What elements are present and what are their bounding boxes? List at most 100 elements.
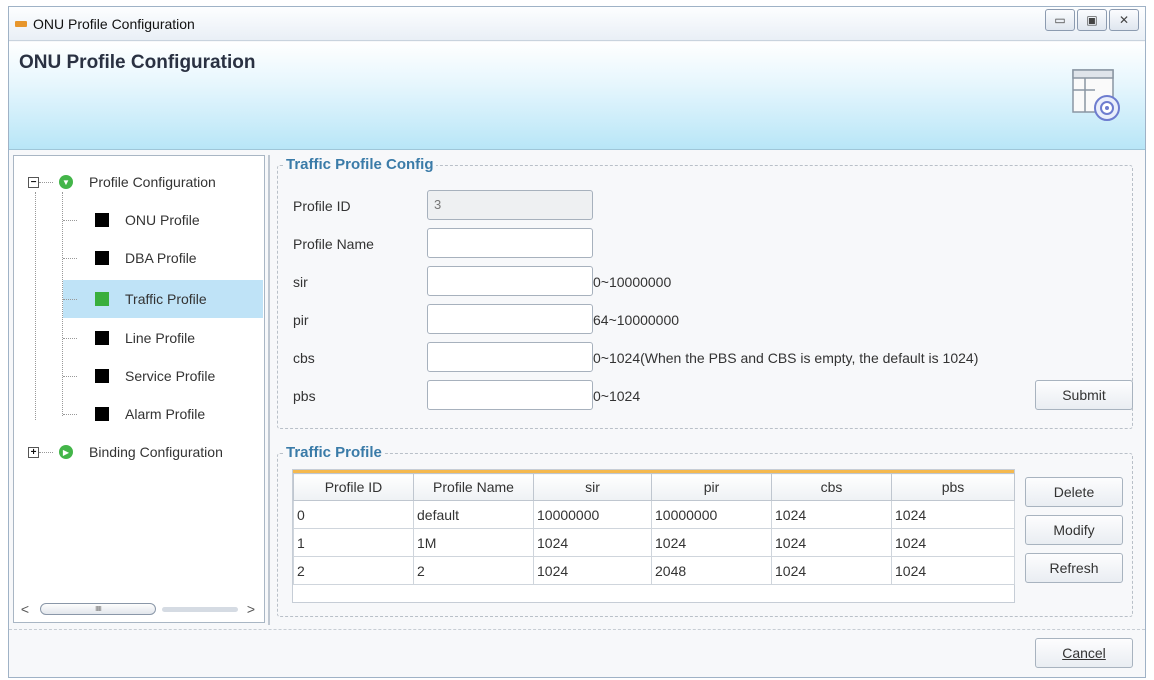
minimize-button[interactable]: ▭ xyxy=(1045,9,1075,31)
tree-item-dba-profile[interactable]: DBA Profile xyxy=(63,242,263,274)
tree-connector xyxy=(39,181,53,183)
table-cell: 1024 xyxy=(771,500,892,529)
tree-node-profile-configuration[interactable]: − ▼ Profile Configuration xyxy=(28,166,216,198)
table-cell: 10000000 xyxy=(651,500,772,529)
tree-connector xyxy=(63,257,77,259)
tree-connector xyxy=(63,298,77,300)
tree-label-traffic-profile: Traffic Profile xyxy=(125,291,207,307)
sir-range-hint: 0~10000000 xyxy=(593,274,672,290)
tree-item-service-profile[interactable]: Service Profile xyxy=(63,360,263,392)
traffic-profile-table: Profile ID Profile Name sir pir cbs pbs … xyxy=(292,469,1015,603)
square-icon xyxy=(95,213,109,227)
sir-label: sir xyxy=(293,274,308,290)
square-icon xyxy=(95,369,109,383)
table-cell: 1024 xyxy=(651,528,772,557)
tree-item-onu-profile[interactable]: ONU Profile xyxy=(63,204,263,236)
tree-item-alarm-profile[interactable]: Alarm Profile xyxy=(63,398,263,430)
tree-connector xyxy=(63,375,77,377)
app-icon xyxy=(15,20,27,27)
tree-label-line-profile: Line Profile xyxy=(125,330,196,346)
tree-node-binding-configuration[interactable]: + ▶ Binding Configuration xyxy=(28,436,223,468)
square-icon xyxy=(95,292,109,306)
expand-icon[interactable]: + xyxy=(28,446,39,458)
group-title-config: Traffic Profile Config xyxy=(284,156,436,173)
table-row[interactable]: 2 2 1024 2048 1024 1024 xyxy=(293,556,1015,585)
table-cell: 1024 xyxy=(533,528,652,557)
pbs-label: pbs xyxy=(293,388,316,404)
tree-connector xyxy=(63,337,77,339)
profile-id-field[interactable]: 3 xyxy=(427,190,593,220)
config-dial-icon xyxy=(1072,69,1120,121)
square-icon xyxy=(95,251,109,265)
tree-connector xyxy=(35,192,36,420)
table-header-row: Profile ID Profile Name sir pir cbs pbs xyxy=(293,473,1015,501)
header-banner: ONU Profile Configuration xyxy=(9,42,1145,150)
pir-range-hint: 64~10000000 xyxy=(593,312,680,328)
column-header-sir[interactable]: sir xyxy=(533,473,652,501)
table-cell: 10000000 xyxy=(533,500,652,529)
panel-splitter[interactable] xyxy=(268,155,270,625)
banner-title: ONU Profile Configuration xyxy=(19,52,256,73)
table-cell: 1024 xyxy=(891,556,1015,585)
table-row[interactable]: 0 default 10000000 10000000 1024 1024 xyxy=(293,500,1015,529)
column-header-cbs[interactable]: cbs xyxy=(771,473,892,501)
tree-label-binding-configuration: Binding Configuration xyxy=(89,444,223,460)
table-cell: 1024 xyxy=(771,528,892,557)
pir-label: pir xyxy=(293,312,309,328)
profile-id-label: Profile ID xyxy=(293,198,351,214)
close-button[interactable]: ✕ xyxy=(1109,9,1139,31)
column-header-pir[interactable]: pir xyxy=(651,473,772,501)
table-cell: 1 xyxy=(293,528,414,557)
group-title-table: Traffic Profile xyxy=(284,444,384,461)
sir-field[interactable] xyxy=(427,266,593,296)
window-controls: ▭ ▣ ✕ xyxy=(1043,9,1139,31)
square-icon xyxy=(95,407,109,421)
table-cell: 1024 xyxy=(533,556,652,585)
scroll-thumb[interactable]: IIIIII xyxy=(40,603,156,615)
navigation-tree: − ▼ Profile Configuration ONU Profile DB… xyxy=(13,155,265,623)
table-cell: 2048 xyxy=(651,556,772,585)
tree-label-alarm-profile: Alarm Profile xyxy=(125,406,206,422)
tree-item-traffic-profile[interactable]: Traffic Profile xyxy=(63,280,263,318)
onu-profile-window: ONU Profile Configuration ▭ ▣ ✕ ONU Prof… xyxy=(8,6,1146,678)
tree-connector xyxy=(39,451,53,453)
collapse-icon[interactable]: − xyxy=(28,176,39,188)
tree-item-line-profile[interactable]: Line Profile xyxy=(63,322,263,354)
maximize-button[interactable]: ▣ xyxy=(1077,9,1107,31)
tree-connector xyxy=(63,219,77,221)
tree-connector xyxy=(63,413,77,415)
tree-label-dba-profile: DBA Profile xyxy=(125,250,197,266)
cbs-label: cbs xyxy=(293,350,315,366)
modify-button[interactable]: Modify xyxy=(1025,515,1123,545)
pbs-range-hint: 0~1024 xyxy=(593,388,641,404)
footer-separator xyxy=(9,629,1145,630)
tree-label-profile-configuration: Profile Configuration xyxy=(89,174,216,190)
column-header-profile-name[interactable]: Profile Name xyxy=(413,473,534,501)
table-cell: 1024 xyxy=(771,556,892,585)
profile-name-field[interactable] xyxy=(427,228,593,258)
table-cell: 1024 xyxy=(891,500,1015,529)
column-header-pbs[interactable]: pbs xyxy=(891,473,1015,501)
table-cell: 1024 xyxy=(891,528,1015,557)
scroll-track[interactable]: IIIIII xyxy=(34,603,242,615)
table-cell: 0 xyxy=(293,500,414,529)
table-row[interactable]: 1 1M 1024 1024 1024 1024 xyxy=(293,528,1015,557)
scroll-rail xyxy=(162,607,238,612)
refresh-button[interactable]: Refresh xyxy=(1025,553,1123,583)
table-cell: 1M xyxy=(413,528,534,557)
cbs-field[interactable] xyxy=(427,342,593,372)
submit-button[interactable]: Submit xyxy=(1035,380,1133,410)
pbs-field[interactable] xyxy=(427,380,593,410)
tree-label-onu-profile: ONU Profile xyxy=(125,212,200,228)
cancel-button[interactable]: Cancel xyxy=(1035,638,1133,668)
table-cell: default xyxy=(413,500,534,529)
column-header-profile-id[interactable]: Profile ID xyxy=(293,473,414,501)
profile-name-label: Profile Name xyxy=(293,236,374,252)
pir-field[interactable] xyxy=(427,304,593,334)
expand-down-icon: ▼ xyxy=(59,175,73,189)
scroll-right-icon[interactable]: > xyxy=(242,601,260,617)
delete-button[interactable]: Delete xyxy=(1025,477,1123,507)
scroll-left-icon[interactable]: < xyxy=(16,601,34,617)
traffic-profile-config-group: Traffic Profile Config xyxy=(277,156,1133,429)
horizontal-scrollbar[interactable]: < IIIIII > xyxy=(16,600,260,618)
